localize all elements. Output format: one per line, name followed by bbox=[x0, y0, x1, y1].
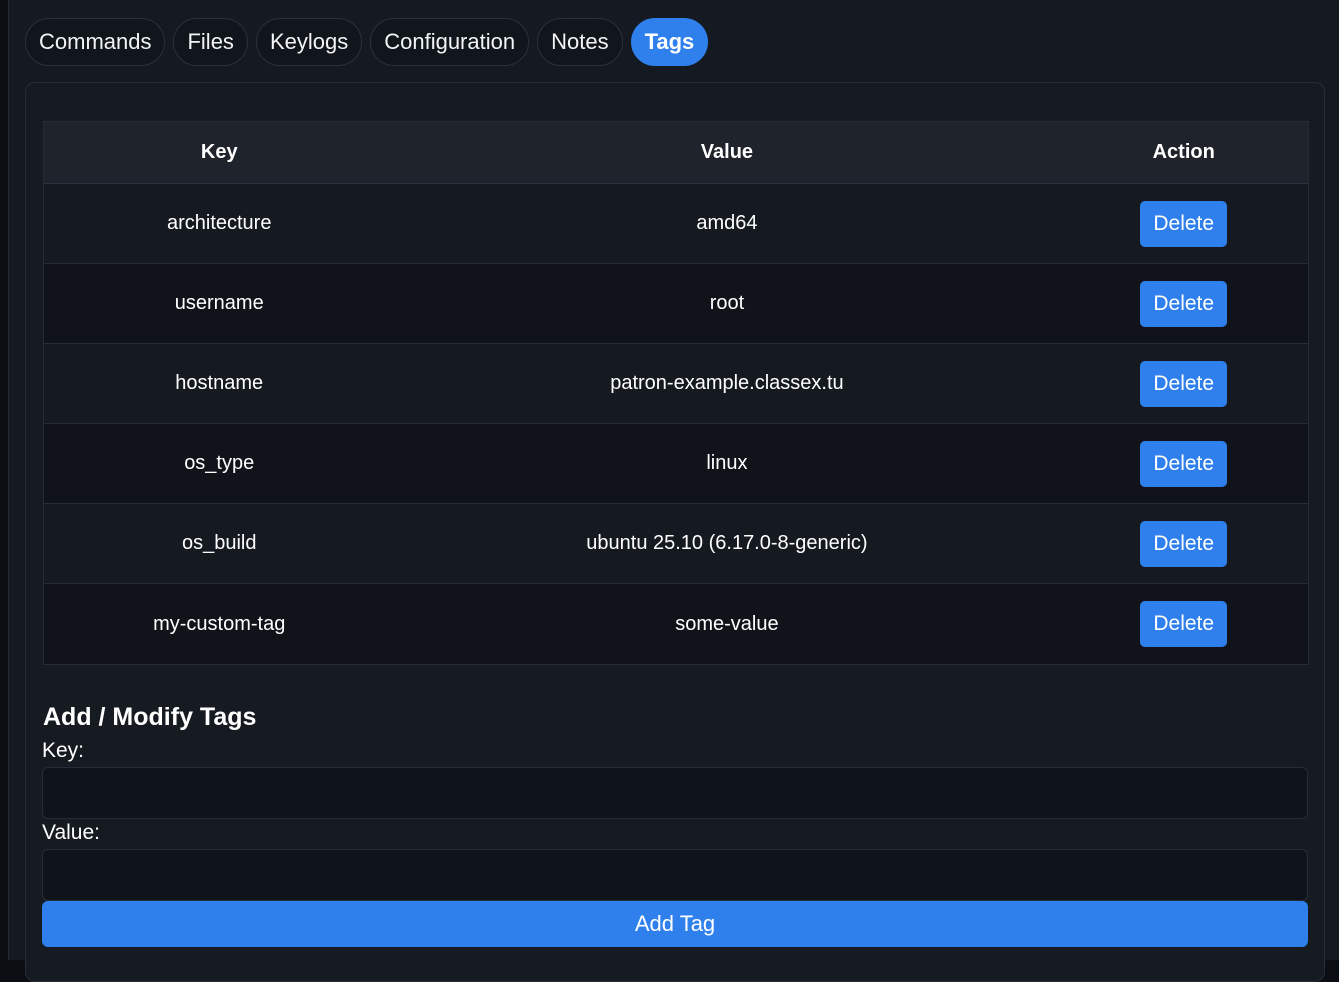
tab-tags[interactable]: Tags bbox=[630, 18, 709, 66]
tag-key-cell: my-custom-tag bbox=[153, 612, 286, 635]
table-header-row: Key Value Action bbox=[44, 122, 1308, 184]
tab-files[interactable]: Files bbox=[173, 18, 248, 66]
column-header-action: Action bbox=[1152, 141, 1215, 163]
tab-notes[interactable]: Notes bbox=[537, 18, 623, 66]
tag-action-cell: Delete bbox=[1059, 184, 1308, 263]
column-header-value: Value bbox=[700, 141, 754, 163]
tag-value-cell: patron-example.classex.tu bbox=[610, 372, 844, 394]
table-row: os_type linux Delete bbox=[44, 424, 1308, 504]
tag-value-cell: amd64 bbox=[696, 212, 758, 234]
delete-tag-button[interactable]: Delete bbox=[1140, 200, 1228, 247]
table-row: my-custom-tag some-value Delete bbox=[44, 584, 1308, 664]
delete-tag-button[interactable]: Delete bbox=[1140, 440, 1228, 487]
tags-panel: Key Value Action architecture amd64 Dele… bbox=[25, 82, 1325, 982]
delete-tag-button[interactable]: Delete bbox=[1140, 360, 1228, 407]
tag-action-cell: Delete bbox=[1059, 424, 1308, 503]
tag-action-cell: Delete bbox=[1059, 344, 1308, 423]
tag-key-cell: hostname bbox=[175, 372, 264, 394]
tag-key-cell: architecture bbox=[166, 212, 272, 234]
add-tag-button[interactable]: Add Tag bbox=[42, 901, 1308, 947]
value-input[interactable] bbox=[42, 849, 1308, 901]
tab-bar: Commands Files Keylogs Configuration Not… bbox=[25, 18, 709, 66]
key-label: Key: bbox=[42, 739, 85, 762]
tag-value-cell: some-value bbox=[675, 612, 779, 635]
delete-tag-button[interactable]: Delete bbox=[1140, 601, 1228, 647]
tab-keylogs[interactable]: Keylogs bbox=[255, 18, 363, 66]
tag-value-cell: linux bbox=[706, 452, 748, 474]
value-label: Value: bbox=[42, 821, 100, 844]
tag-action-cell: Delete bbox=[1059, 504, 1308, 583]
tag-key-cell: os_build bbox=[181, 532, 257, 554]
delete-tag-button[interactable]: Delete bbox=[1140, 520, 1228, 567]
add-modify-tags-heading: Add / Modify Tags bbox=[43, 703, 257, 731]
delete-tag-button[interactable]: Delete bbox=[1140, 280, 1228, 327]
table-row: username root Delete bbox=[44, 264, 1308, 344]
tab-commands[interactable]: Commands bbox=[25, 18, 166, 66]
table-row: os_build ubuntu 25.10 (6.17.0-8-generic)… bbox=[44, 504, 1308, 584]
tag-value-cell: ubuntu 25.10 (6.17.0-8-generic) bbox=[586, 532, 868, 554]
tab-configuration[interactable]: Configuration bbox=[370, 18, 530, 66]
tag-action-cell: Delete bbox=[1059, 264, 1308, 343]
tag-action-cell: Delete bbox=[1059, 584, 1308, 664]
app-window: Commands Files Keylogs Configuration Not… bbox=[8, 0, 1339, 982]
table-row: hostname patron-example.classex.tu Delet… bbox=[44, 344, 1308, 424]
tag-key-cell: os_type bbox=[184, 452, 255, 474]
tag-value-cell: root bbox=[709, 292, 745, 314]
tag-key-cell: username bbox=[174, 292, 264, 314]
tags-table: Key Value Action architecture amd64 Dele… bbox=[43, 121, 1309, 665]
table-row: architecture amd64 Delete bbox=[44, 184, 1308, 264]
key-input[interactable] bbox=[42, 767, 1308, 819]
column-header-key: Key bbox=[200, 141, 238, 163]
